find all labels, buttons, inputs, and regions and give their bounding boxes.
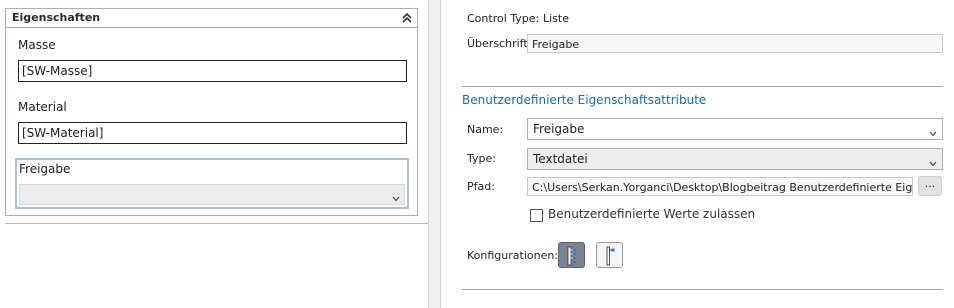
chevron-down-icon <box>392 191 400 202</box>
config-specific-icon <box>606 246 615 266</box>
left-pane: Eigenschaften Masse [SW-Masse] Material … <box>0 0 428 308</box>
browse-button[interactable]: ... <box>918 176 942 196</box>
group-title: Eigenschaften <box>12 11 101 24</box>
caption-label: Überschrift: <box>467 37 532 50</box>
type-dropdown-value: Textdatei <box>533 152 588 166</box>
name-dropdown-value: Freigabe <box>533 122 585 136</box>
material-field[interactable]: [SW-Material] <box>18 122 407 144</box>
custom-values-label: Benutzerdefinierte Werte zulassen <box>548 207 756 221</box>
control-type-label: Control Type: <box>467 12 540 25</box>
chevron-down-icon <box>929 125 937 137</box>
double-chevron-up-icon[interactable] <box>401 12 413 24</box>
properties-group: Eigenschaften Masse [SW-Masse] Material … <box>5 8 418 216</box>
name-dropdown[interactable]: Freigabe <box>527 118 943 140</box>
configurations-label: Konfigurationen: <box>467 249 559 262</box>
masse-label: Masse <box>18 38 56 52</box>
type-dropdown[interactable]: Textdatei <box>527 148 943 170</box>
section-divider-bottom <box>462 289 943 290</box>
caption-field[interactable]: Freigabe <box>527 34 943 53</box>
freigabe-field-wrapper: Freigabe <box>15 158 409 209</box>
config-all-icon <box>567 246 576 266</box>
control-type-value: Liste <box>543 12 569 25</box>
config-all-button[interactable] <box>558 242 585 268</box>
material-label: Material <box>18 100 67 114</box>
path-label: Pfad: <box>467 180 495 193</box>
type-label: Type: <box>467 152 496 165</box>
name-label: Name: <box>467 123 504 136</box>
right-pane: Control Type: Liste Überschrift: Freigab… <box>441 0 954 308</box>
chevron-down-icon <box>929 155 937 167</box>
group-header[interactable]: Eigenschaften <box>6 9 417 28</box>
freigabe-dropdown[interactable] <box>19 184 405 205</box>
left-divider <box>5 223 428 224</box>
pane-splitter[interactable] <box>428 0 441 308</box>
section-divider-top <box>462 86 943 87</box>
masse-field[interactable]: [SW-Masse] <box>18 60 407 82</box>
freigabe-label: Freigabe <box>19 162 71 176</box>
config-specific-button[interactable] <box>596 242 623 268</box>
section-title: Benutzerdefinierte Eigenschaftsattribute <box>462 93 707 107</box>
custom-values-checkbox[interactable] <box>530 209 543 222</box>
path-field[interactable]: C:\Users\Serkan.Yorganci\Desktop\Blogbei… <box>527 177 913 196</box>
